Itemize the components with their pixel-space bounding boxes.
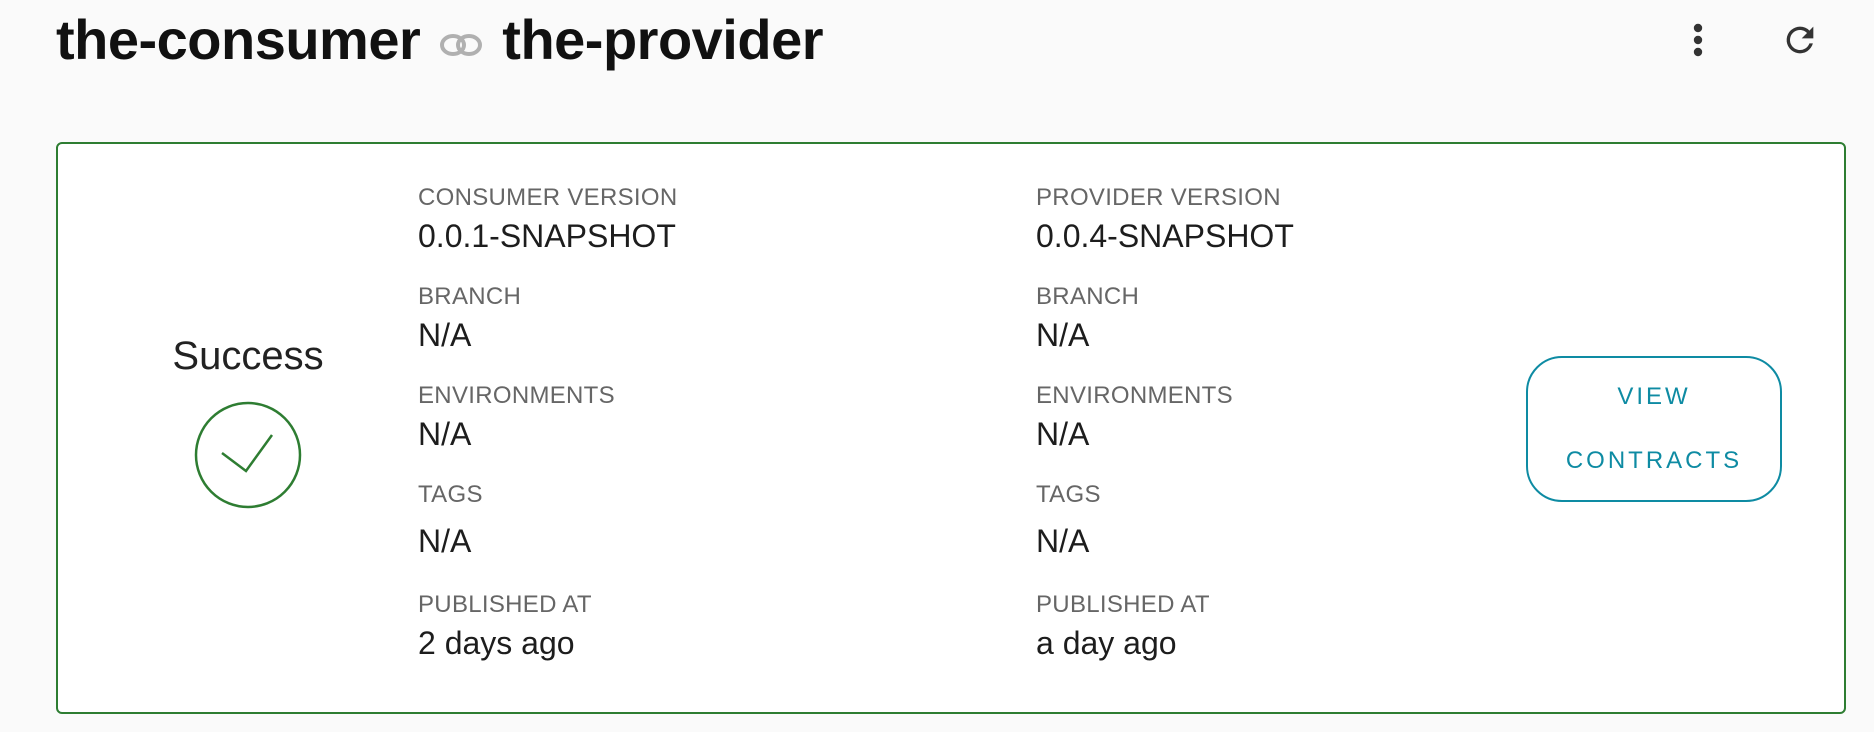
consumer-details: CONSUMER VERSION 0.0.1-SNAPSHOT BRANCH N… [418, 184, 678, 690]
status-section: Success [148, 334, 348, 509]
provider-tags-field: TAGS N/A [1036, 481, 1294, 591]
link-icon [438, 31, 484, 59]
view-contracts-button[interactable]: VIEW CONTRACTS [1526, 356, 1782, 502]
provider-environments-field: ENVIRONMENTS N/A [1036, 382, 1294, 481]
consumer-branch-field: BRANCH N/A [418, 283, 678, 382]
page: the-consumer the-provider Success CONSUM… [0, 0, 1874, 732]
provider-title: the-provider [502, 8, 823, 71]
refresh-button[interactable] [1778, 18, 1822, 62]
header-actions [1676, 18, 1822, 62]
consumer-published-value: 2 days ago [418, 625, 575, 661]
provider-environments-label: ENVIRONMENTS [1036, 382, 1233, 409]
verification-card: Success CONSUMER VERSION 0.0.1-SNAPSHOT … [56, 142, 1846, 714]
provider-branch-label: BRANCH [1036, 283, 1140, 310]
consumer-version-label: CONSUMER VERSION [418, 184, 678, 211]
consumer-published-label: PUBLISHED AT [418, 591, 592, 618]
provider-version-label: PROVIDER VERSION [1036, 184, 1281, 211]
provider-published-label: PUBLISHED AT [1036, 591, 1210, 618]
consumer-tags-field: TAGS N/A [418, 481, 678, 591]
provider-environments-value: N/A [1036, 416, 1090, 452]
refresh-icon [1786, 26, 1814, 54]
provider-branch-value: N/A [1036, 317, 1090, 353]
consumer-tags-label: TAGS [418, 481, 483, 508]
provider-published-value: a day ago [1036, 625, 1177, 661]
provider-version-value: 0.0.4-SNAPSHOT [1036, 218, 1294, 254]
provider-details: PROVIDER VERSION 0.0.4-SNAPSHOT BRANCH N… [1036, 184, 1294, 690]
view-contracts-line1: VIEW [1617, 383, 1691, 410]
provider-tags-value: N/A [1036, 523, 1090, 559]
consumer-version-field: CONSUMER VERSION 0.0.1-SNAPSHOT [418, 184, 678, 283]
consumer-title: the-consumer [56, 8, 421, 71]
consumer-tags-value: N/A [418, 523, 472, 559]
consumer-environments-field: ENVIRONMENTS N/A [418, 382, 678, 481]
check-circle-icon [194, 401, 302, 509]
provider-tags-label: TAGS [1036, 481, 1101, 508]
provider-branch-field: BRANCH N/A [1036, 283, 1294, 382]
provider-version-field: PROVIDER VERSION 0.0.4-SNAPSHOT [1036, 184, 1294, 283]
status-label: Success [172, 334, 324, 378]
consumer-environments-value: N/A [418, 416, 472, 452]
consumer-version-value: 0.0.1-SNAPSHOT [418, 218, 676, 254]
consumer-environments-label: ENVIRONMENTS [418, 382, 615, 409]
consumer-branch-value: N/A [418, 317, 472, 353]
more-vertical-icon [1693, 23, 1703, 57]
consumer-published-field: PUBLISHED AT 2 days ago [418, 591, 678, 690]
view-contracts-line2: CONTRACTS [1565, 447, 1743, 474]
page-header: the-consumer the-provider [56, 0, 823, 80]
more-options-button[interactable] [1676, 18, 1720, 62]
provider-published-field: PUBLISHED AT a day ago [1036, 591, 1294, 690]
consumer-branch-label: BRANCH [418, 283, 522, 310]
